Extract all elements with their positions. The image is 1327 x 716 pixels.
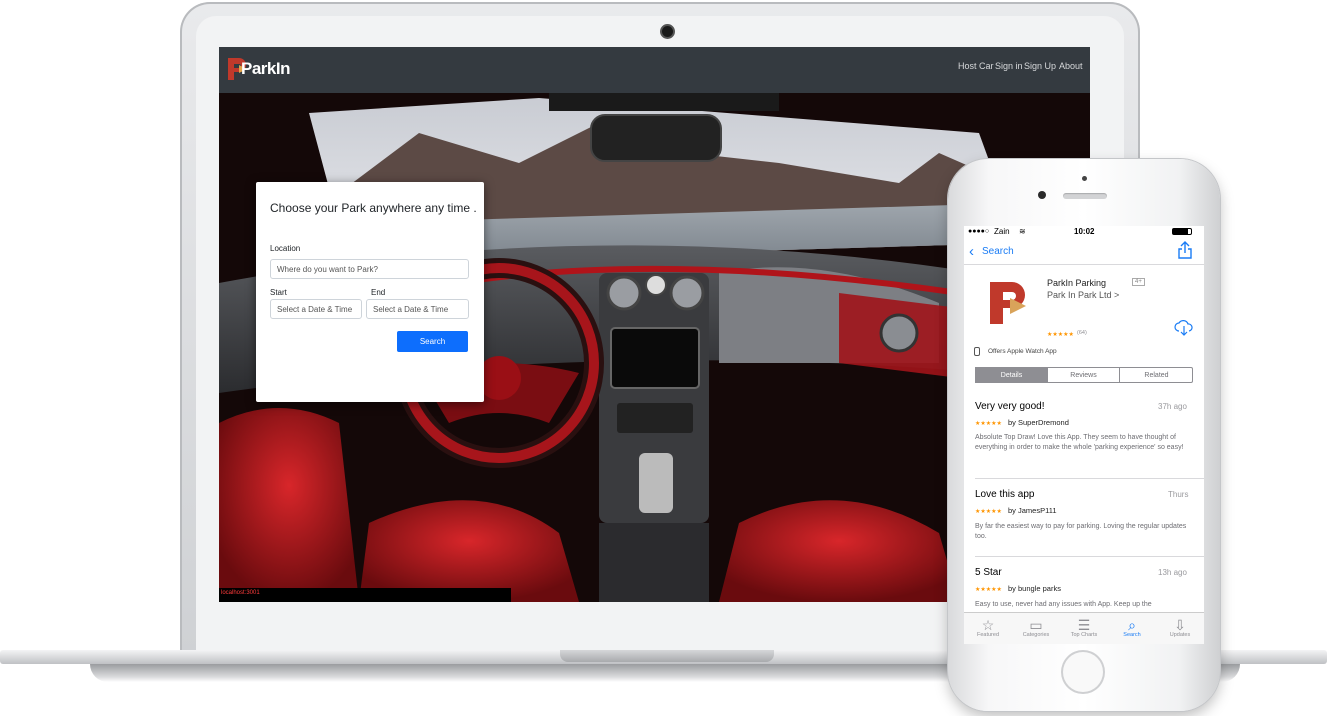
watch-icon bbox=[974, 347, 980, 356]
share-icon[interactable] bbox=[1178, 241, 1192, 259]
phone-sensor bbox=[1082, 176, 1087, 181]
review-stars: ★★★★★ bbox=[975, 509, 1002, 515]
review-body: Absolute Top Draw! Love this App. They s… bbox=[975, 434, 1184, 451]
search-button[interactable]: Search bbox=[397, 331, 468, 352]
apple-watch-note: Offers Apple Watch App bbox=[988, 348, 1057, 355]
nav-host-car[interactable]: Host Car bbox=[958, 61, 994, 71]
list-icon: ☰ bbox=[1077, 617, 1091, 633]
review-time: 13h ago bbox=[1158, 568, 1187, 577]
status-url: localhost:3001 bbox=[221, 590, 260, 596]
end-label: End bbox=[371, 288, 386, 297]
laptop-camera bbox=[662, 26, 673, 37]
star-icon: ☆ bbox=[981, 617, 995, 633]
review-author: by JamesP111 bbox=[1008, 506, 1057, 515]
review-title: Love this app bbox=[975, 489, 1035, 500]
review-author: by bungle parks bbox=[1008, 584, 1061, 593]
wifi-icon: ≋ bbox=[1019, 227, 1026, 236]
home-button[interactable] bbox=[1063, 652, 1103, 692]
tab-categories[interactable]: ▭ Categories bbox=[1012, 618, 1060, 644]
rating-count: (64) bbox=[1077, 330, 1087, 336]
end-datetime-input[interactable]: Select a Date & Time bbox=[366, 299, 469, 319]
card-title: Choose your Park anywhere any time . bbox=[270, 201, 477, 215]
review-time: 37h ago bbox=[1158, 402, 1187, 411]
navbar: ParkIn Host Car Sign in Sign Up About bbox=[219, 47, 1090, 93]
phone-screen: ●●●●○ Zain ≋ 10:02 ‹ Search ParkIn Parki… bbox=[964, 226, 1204, 644]
tab-search[interactable]: ⌕ Search bbox=[1108, 618, 1156, 644]
nav-sign-in[interactable]: Sign in bbox=[995, 61, 1023, 71]
app-rating-stars: ★★★★★ bbox=[1047, 332, 1074, 338]
tab-label: Search bbox=[1123, 632, 1141, 638]
location-label: Location bbox=[270, 244, 301, 253]
age-rating-badge: 4+ bbox=[1132, 278, 1145, 286]
tab-updates[interactable]: ⇩ Updates bbox=[1156, 618, 1204, 644]
app-name: ParkIn Parking bbox=[1047, 278, 1107, 288]
start-datetime-input[interactable]: Select a Date & Time bbox=[270, 299, 362, 319]
segment-details[interactable]: Details bbox=[975, 367, 1048, 383]
phone-camera bbox=[1038, 191, 1046, 199]
tab-label: Categories bbox=[1022, 632, 1050, 638]
signal-icon: ●●●●○ bbox=[968, 228, 990, 235]
review-time: Thurs bbox=[1168, 490, 1189, 499]
nav-about[interactable]: About bbox=[1059, 61, 1083, 71]
battery-icon bbox=[1172, 228, 1192, 235]
brand-logo[interactable]: ParkIn bbox=[241, 59, 290, 79]
tab-top-charts[interactable]: ☰ Top Charts bbox=[1060, 618, 1108, 644]
nav-divider bbox=[964, 264, 1204, 265]
tab-label: Updates bbox=[1169, 632, 1191, 638]
clock: 10:02 bbox=[1074, 227, 1095, 236]
segment-reviews[interactable]: Reviews bbox=[1048, 367, 1120, 383]
review-stars: ★★★★★ bbox=[975, 587, 1002, 593]
laptop-notch bbox=[560, 650, 774, 662]
segment-related[interactable]: Related bbox=[1120, 367, 1193, 383]
carrier-label: Zain bbox=[994, 227, 1010, 236]
start-label: Start bbox=[270, 288, 287, 297]
search-icon: ⌕ bbox=[1128, 617, 1136, 633]
download-icon: ⇩ bbox=[1174, 617, 1186, 633]
location-input[interactable]: Where do you want to Park? bbox=[270, 259, 469, 279]
review-title: 5 Star bbox=[975, 567, 1002, 578]
review-divider bbox=[975, 556, 1204, 557]
review-stars: ★★★★★ bbox=[975, 421, 1002, 427]
review-title: Very very good! bbox=[975, 401, 1045, 412]
tab-featured[interactable]: ☆ Featured bbox=[964, 618, 1012, 644]
search-card: Choose your Park anywhere any time . Loc… bbox=[256, 182, 484, 402]
review-author: by SuperDremond bbox=[1008, 418, 1069, 427]
back-button[interactable]: Search bbox=[982, 246, 1014, 257]
developer-link[interactable]: Park In Park Ltd > bbox=[1047, 290, 1119, 300]
categories-icon: ▭ bbox=[1029, 617, 1043, 633]
phone-speaker bbox=[1063, 193, 1107, 199]
browser-status-bar bbox=[219, 588, 511, 602]
nav-sign-up[interactable]: Sign Up bbox=[1024, 61, 1056, 71]
review-body: Easy to use, never had any issues with A… bbox=[975, 601, 1152, 608]
back-chevron-icon[interactable]: ‹ bbox=[969, 243, 974, 260]
tab-label: Featured bbox=[976, 632, 999, 638]
review-body: By far the easiest way to pay for parkin… bbox=[975, 523, 1187, 540]
app-icon bbox=[990, 282, 1026, 324]
tab-label: Top Charts bbox=[1070, 632, 1098, 638]
review-divider bbox=[975, 478, 1204, 479]
cloud-download-icon[interactable] bbox=[1174, 320, 1194, 336]
